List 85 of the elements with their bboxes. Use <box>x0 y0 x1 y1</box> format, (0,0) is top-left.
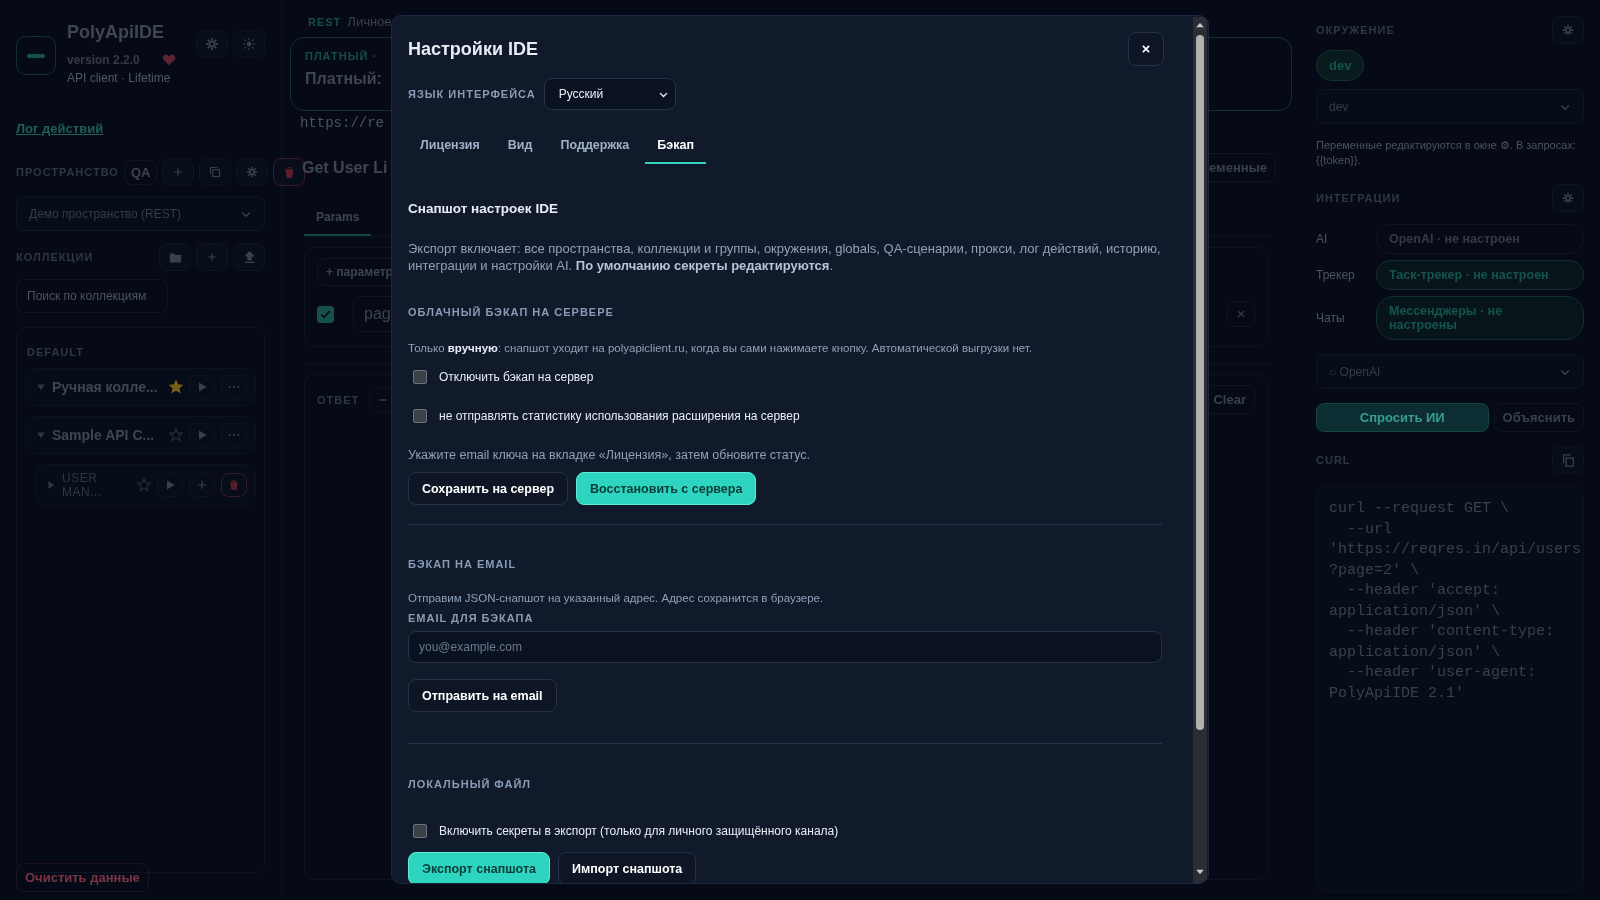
plus-icon <box>196 479 208 491</box>
play-icon <box>164 479 176 491</box>
action-button[interactable]: Сохранить на сервер <box>408 472 569 505</box>
play-icon <box>196 381 208 393</box>
add-button[interactable] <box>162 158 195 186</box>
clear-data-button[interactable]: Очистить данные <box>16 863 149 892</box>
note-text: Отправим JSON-снапшот на указанный адрес. Адрес сохранится в браузере. <box>408 592 825 604</box>
settings-tab[interactable]: Поддержка <box>548 132 642 164</box>
copy-button[interactable] <box>1552 446 1584 474</box>
remove-button[interactable] <box>1227 301 1255 327</box>
action-button[interactable]: Экспорт снапшота <box>408 852 550 883</box>
checkbox[interactable] <box>413 824 427 838</box>
checkbox-label: не отправлять статистику использования расширения на сервер <box>439 409 800 423</box>
folder-icon <box>168 250 182 264</box>
settings-tab[interactable]: Лицензия <box>408 132 492 164</box>
check-icon <box>320 308 331 320</box>
copy-button[interactable] <box>199 158 232 186</box>
close-button[interactable] <box>1128 32 1164 66</box>
settings-button[interactable] <box>196 30 228 58</box>
checkbox[interactable] <box>413 370 427 384</box>
search-field[interactable]: Поиск по коллекциям <box>16 279 168 313</box>
integration-label: Чаты <box>1316 311 1346 325</box>
action-button[interactable]: Импорт снапшота <box>558 852 697 883</box>
action-log-link[interactable]: Лог действий <box>16 121 104 136</box>
settings-tab[interactable]: Вид <box>495 132 545 164</box>
checkbox[interactable] <box>413 409 427 423</box>
integration-label: AI <box>1316 232 1329 246</box>
theme-button[interactable] <box>233 30 265 58</box>
dialog-title: Настройки IDE <box>408 38 538 60</box>
sun-icon <box>243 38 255 50</box>
section-title: Снапшот настроек IDE <box>408 201 559 216</box>
settings-button[interactable] <box>236 158 269 186</box>
checkbox-label: Включить секреты в экспорт (только для личного защищённого канала) <box>439 824 839 838</box>
note-text: Только вручную: снапшот уходит на polyapiclient.ru, когда вы сами нажимаете кнопку. Автоматической выгрузки нет. <box>408 342 1034 354</box>
heart-icon <box>161 53 176 67</box>
trash-icon <box>228 479 240 491</box>
app-subtitle: API client · Lifetime <box>67 71 172 85</box>
trash-icon <box>282 165 296 179</box>
collection-item[interactable]: Ручная колле... <box>25 368 256 406</box>
copy-icon <box>209 166 222 178</box>
close-icon <box>1236 309 1246 319</box>
request-tab[interactable]: Params <box>304 202 372 236</box>
app-name: PolyApiIDE <box>67 22 165 43</box>
settings-icon <box>205 37 219 51</box>
settings-icon <box>246 166 259 178</box>
upload-icon <box>242 250 256 264</box>
section-heading: ЛОКАЛЬНЫЙ ФАЙЛ <box>408 778 533 790</box>
integration-status[interactable]: Мессенджеры · не настроены <box>1376 296 1584 340</box>
language-label: ЯЗЫК ИНТЕРФЕЙСА <box>408 88 536 100</box>
field-label: EMAIL ДЛЯ БЭКАПА <box>408 612 535 624</box>
plus-icon <box>206 251 218 263</box>
send-email-button[interactable]: Отправить на email <box>408 679 557 712</box>
url-text: https://re <box>300 115 385 131</box>
settings-tab[interactable]: Бэкап <box>645 132 706 164</box>
ask-ai-button[interactable]: Спросить ИИ <box>1316 403 1489 432</box>
integration-status[interactable]: Таск-трекер · не настроен <box>1376 260 1584 290</box>
app-logo-icon <box>16 36 56 75</box>
protocol-label: REST <box>308 15 342 28</box>
section-heading: ОБЛАЧНЫЙ БЭКАП НА СЕРВЕРЕ <box>408 306 615 318</box>
checkbox[interactable] <box>317 305 334 323</box>
copy-icon <box>1561 453 1575 467</box>
import-button[interactable] <box>233 243 265 271</box>
settings-button[interactable] <box>1552 16 1584 44</box>
collection-item[interactable]: Sample API C... <box>25 416 256 454</box>
request-title: Get User Li <box>302 158 388 177</box>
integration-label: Трекер <box>1316 268 1356 282</box>
plan-title: Платный: <box>305 70 383 88</box>
close-icon <box>1141 44 1151 54</box>
settings-button[interactable] <box>1552 184 1584 212</box>
folder-button[interactable] <box>159 243 191 271</box>
play-icon <box>196 429 208 441</box>
add-button[interactable] <box>196 243 228 271</box>
settings-icon <box>1562 24 1574 36</box>
plus-icon <box>172 166 185 178</box>
action-button[interactable]: Восстановить с сервера <box>576 472 757 505</box>
workspace-badge: QA <box>123 159 158 185</box>
settings-icon <box>1562 192 1574 204</box>
hint-text: Укажите email ключа на вкладке «Лицензия», затем обновите статус. <box>408 447 812 464</box>
section-heading: БЭКАП НА EMAIL <box>408 558 518 570</box>
environment-hint: Переменные редактируются в окне ⚙. В запросах: {{token}}. <box>1316 138 1577 168</box>
email-field[interactable]: you@example.com <box>408 631 1162 663</box>
scrollbar[interactable] <box>1193 17 1207 883</box>
environment-chip[interactable]: dev <box>1316 50 1365 81</box>
language-select[interactable]: Русский <box>543 78 676 110</box>
checkbox-label: Отключить бэкап на сервер <box>439 370 594 384</box>
